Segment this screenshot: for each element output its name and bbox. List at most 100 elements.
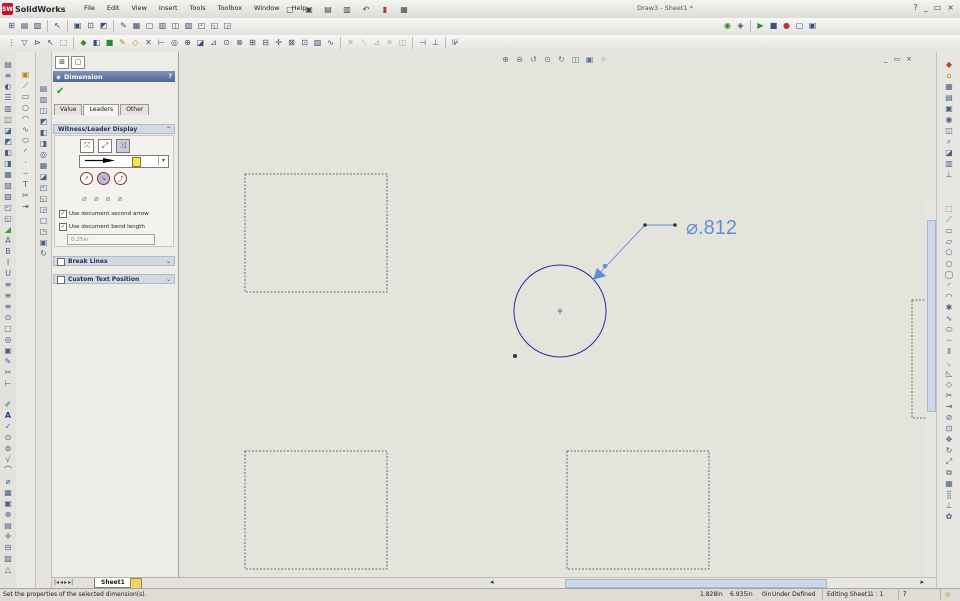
detail-icon[interactable]: ◫ [170, 20, 181, 32]
circle-icon[interactable]: ○ [944, 259, 954, 269]
predefined-view-icon[interactable]: ▣ [39, 238, 49, 248]
block-icon[interactable]: ▢ [144, 20, 155, 32]
extend-icon[interactable]: ⇥ [944, 402, 954, 412]
filter-disabled-3-icon[interactable]: ⊿ [371, 37, 382, 49]
move-icon[interactable]: ✥ [944, 435, 954, 445]
filter-balloon-icon[interactable]: ◎ [169, 37, 180, 49]
crop-view-icon[interactable]: ◱ [39, 194, 49, 204]
bend-length-checkbox-row[interactable]: ✓ Use document bend length [59, 223, 145, 231]
centerline-icon[interactable]: ┄ [944, 336, 954, 346]
scissors-icon[interactable]: ✂ [3, 368, 13, 378]
view-layout-icon[interactable]: ▤ [39, 84, 49, 94]
perimeter-circle-icon[interactable]: ◯ [944, 270, 954, 280]
rectangle-tool-icon[interactable]: ▭ [21, 92, 31, 102]
new-document-icon[interactable]: ▢ [282, 2, 298, 17]
dimension-arrowhead[interactable] [593, 268, 606, 280]
line-icon[interactable]: ⟋ [944, 215, 954, 225]
dots-icon[interactable]: ⋮ [6, 37, 17, 49]
projected-view-icon[interactable]: ◫ [39, 106, 49, 116]
sheet-tab[interactable]: Sheet1 [94, 578, 132, 588]
chamfer-icon[interactable]: ◺ [944, 369, 954, 379]
balloon-icon[interactable]: ⊙ [3, 433, 13, 443]
point-icon[interactable]: ✱ [944, 303, 954, 313]
box-icon[interactable]: ▢ [3, 324, 13, 334]
fillet-tool-icon[interactable]: ◜ [21, 147, 31, 157]
align-icon[interactable]: ◧ [3, 148, 13, 158]
point-tool-icon[interactable]: · [21, 158, 31, 168]
smart-icon[interactable]: ◩ [98, 20, 109, 32]
diameter-style-1-icon[interactable]: ⌀ [82, 194, 87, 203]
display-relations-icon[interactable]: ✿ [944, 512, 954, 522]
status-scale[interactable]: 1 : 1 [866, 589, 887, 600]
color-display-icon[interactable]: ◩ [3, 137, 13, 147]
tile-icon[interactable]: ▧ [32, 20, 43, 32]
scroll-right-icon[interactable]: ▸ [920, 578, 924, 586]
menu-tools[interactable]: Tools [184, 3, 212, 15]
task-pane-icon[interactable]: ◆ [944, 60, 954, 70]
property-manager-tab[interactable]: ▢ [71, 56, 85, 69]
view-palette-icon[interactable]: ▣ [944, 104, 954, 114]
last-sheet-icon[interactable]: ▸| [68, 579, 73, 586]
zoom-area-icon[interactable]: ⊖ [514, 54, 525, 66]
show-edge-icon[interactable]: ◪ [3, 126, 13, 136]
filter-note-icon[interactable]: ✎ [117, 37, 128, 49]
ok-check-icon[interactable]: ✔ [56, 86, 64, 97]
diameter-style-2-icon[interactable]: ⌀ [94, 194, 99, 203]
rectangle-icon[interactable]: ▭ [944, 226, 954, 236]
vertical-scrollbar-thumb[interactable] [927, 220, 936, 412]
tab-value[interactable]: Value [54, 104, 83, 115]
help-icon[interactable]: ? [913, 3, 917, 12]
layers-icon[interactable]: ▤ [19, 20, 30, 32]
weld-symbol-icon[interactable]: ⌒ [3, 466, 13, 476]
grid-snap-icon[interactable]: ▦ [944, 479, 954, 489]
filter-disabled-4-icon[interactable]: ✳ [384, 37, 395, 49]
custom-text-position-section-header[interactable]: Custom Text Position ⌄ [53, 274, 175, 284]
filter-vertex-icon[interactable]: ◆ [78, 37, 89, 49]
custom-properties-icon[interactable]: ◫ [944, 126, 954, 136]
custom-text-position-checkbox[interactable] [57, 276, 65, 284]
witness-leader-section-header[interactable]: Witness/Leader Display ⌃ [53, 124, 175, 134]
line-tool-icon[interactable]: ⟋ [21, 81, 31, 91]
model-view-icon[interactable]: ▥ [39, 95, 49, 105]
rebuild-status-icon[interactable]: ◎ [940, 589, 954, 600]
collapse-chevron-icon[interactable]: ⌃ [166, 125, 171, 134]
menu-view[interactable]: View [125, 3, 152, 15]
filter-face-icon[interactable]: ◧ [91, 37, 102, 49]
options-icon[interactable]: ▦ [396, 2, 412, 17]
restore-icon[interactable]: ▭ [894, 55, 901, 63]
grid-icon[interactable]: ⊞ [6, 20, 17, 32]
scale-icon[interactable]: ⤢ [944, 457, 954, 467]
drawing-view-frame-bottom-left[interactable] [244, 450, 388, 570]
filter-block-icon[interactable]: ⊞ [247, 37, 258, 49]
appearances-icon[interactable]: ◉ [944, 115, 954, 125]
center-align-icon[interactable]: ≡ [3, 291, 13, 301]
line-format-icon[interactable]: ≡ [3, 71, 13, 81]
expand-chevron-icon[interactable]: ⌄ [166, 257, 171, 266]
dimension-handle-point[interactable] [673, 223, 677, 227]
quick-snap-icon[interactable]: ⊣ [417, 37, 428, 49]
filter-table-icon[interactable]: ⊟ [260, 37, 271, 49]
filter-disabled-2-icon[interactable]: ⟍ [358, 37, 369, 49]
sketch-point[interactable] [513, 354, 517, 358]
home-icon[interactable]: ⌂ [944, 71, 954, 81]
outside-arrows-icon[interactable]: ⤧ [80, 139, 94, 153]
italic-icon[interactable]: I [3, 258, 13, 268]
dimension-drag-handle[interactable] [602, 263, 608, 269]
spline-tool-icon[interactable]: ∿ [21, 125, 31, 135]
feature-manager-tab[interactable]: ⊞ [55, 56, 69, 69]
pen-icon[interactable]: ✎ [3, 357, 13, 367]
jogged-leader-icon[interactable]: ⤴ [114, 172, 127, 185]
filter-area-icon[interactable]: ▨ [312, 37, 323, 49]
filter-weld-icon[interactable]: ⊿ [208, 37, 219, 49]
filter-spline-icon[interactable]: ∿ [325, 37, 336, 49]
break-lines-section-header[interactable]: Break Lines ⌄ [53, 256, 175, 266]
simulation-icon[interactable]: ◉ [722, 20, 733, 32]
sketch-icon[interactable]: ✎ [118, 20, 129, 32]
diameter-style-3-icon[interactable]: ⌀ [106, 194, 111, 203]
expand-chevron-icon[interactable]: ⌄ [166, 275, 171, 284]
copy-icon[interactable]: ⧉ [944, 468, 954, 478]
hole-callout-icon[interactable]: ⌀ [3, 477, 13, 487]
tab-other[interactable]: Other [120, 104, 150, 115]
break-lines-checkbox[interactable] [57, 258, 65, 266]
inside-arrows-icon[interactable]: ⤢ [98, 139, 112, 153]
